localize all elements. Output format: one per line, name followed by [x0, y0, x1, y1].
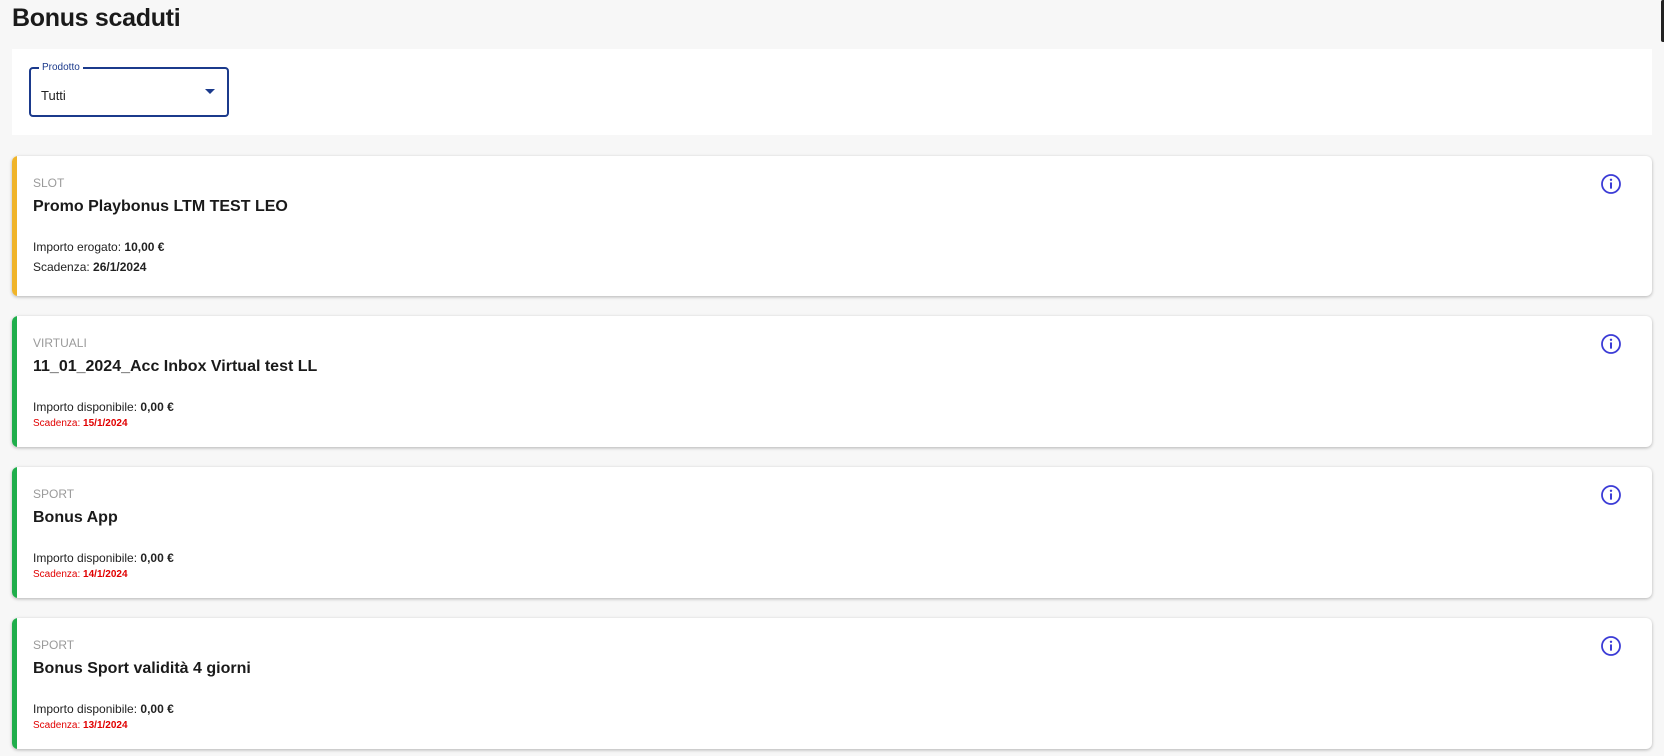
bonus-expiry: Scadenza: 26/1/2024: [33, 260, 147, 274]
product-select-value: Tutti: [41, 88, 66, 103]
bonus-list: SLOT Promo Playbonus LTM TEST LEO Import…: [12, 156, 1652, 756]
bonus-expiry-value: 14/1/2024: [83, 569, 128, 580]
bonus-expiry-label: Scadenza: [33, 418, 78, 429]
bonus-amount-value: 0,00 €: [140, 400, 174, 414]
bonus-card: SPORT Bonus App Importo disponibile: 0,0…: [12, 467, 1652, 598]
bonus-amount-value: 0,00 €: [140, 702, 174, 716]
bonus-category: VIRTUALI: [33, 336, 87, 350]
info-icon[interactable]: [1600, 173, 1622, 195]
bonus-amount: Importo disponibile: 0,00 €: [33, 551, 174, 565]
bonus-expiry: Scadenza: 15/1/2024: [33, 418, 128, 429]
bonus-amount-label: Importo disponibile: [33, 400, 134, 414]
info-icon[interactable]: [1600, 635, 1622, 657]
info-icon[interactable]: [1600, 484, 1622, 506]
bonus-amount: Importo disponibile: 0,00 €: [33, 702, 174, 716]
bonus-category: SPORT: [33, 638, 75, 652]
bonus-amount-label: Importo disponibile: [33, 702, 134, 716]
card-accent-bar: [12, 156, 17, 296]
bonus-amount-value: 10,00 €: [124, 240, 165, 254]
product-select-label: Prodotto: [39, 61, 83, 74]
bonus-card: SPORT Bonus Sport validità 4 giorni Impo…: [12, 618, 1652, 749]
bonus-card: SLOT Promo Playbonus LTM TEST LEO Import…: [12, 156, 1652, 296]
bonus-amount: Importo disponibile: 0,00 €: [33, 400, 174, 414]
bonus-amount-label: Importo disponibile: [33, 551, 134, 565]
product-select[interactable]: Prodotto Tutti: [29, 61, 229, 117]
bonus-category: SPORT: [33, 487, 75, 501]
bonus-expiry-value: 15/1/2024: [83, 418, 128, 429]
bonus-expiry: Scadenza: 13/1/2024: [33, 720, 128, 731]
bonus-page: Bonus scaduti Prodotto Tutti SLOT Promo …: [0, 0, 1664, 756]
page-title: Bonus scaduti: [12, 4, 181, 32]
bonus-card: VIRTUALI 11_01_2024_Acc Inbox Virtual te…: [12, 316, 1652, 447]
card-accent-bar: [12, 316, 17, 447]
filter-panel: Prodotto Tutti: [12, 49, 1652, 135]
info-icon[interactable]: [1600, 333, 1622, 355]
bonus-name: Promo Playbonus LTM TEST LEO: [33, 198, 288, 215]
card-accent-bar: [12, 618, 17, 749]
bonus-expiry: Scadenza: 14/1/2024: [33, 569, 128, 580]
bonus-expiry-label: Scadenza: [33, 720, 78, 731]
chevron-down-icon: [205, 89, 215, 94]
bonus-name: Bonus App: [33, 509, 118, 526]
bonus-name: 11_01_2024_Acc Inbox Virtual test LL: [33, 358, 318, 375]
bonus-expiry-value: 13/1/2024: [83, 720, 128, 731]
bonus-amount-value: 0,00 €: [140, 551, 174, 565]
bonus-expiry-label: Scadenza: [33, 260, 87, 274]
bonus-expiry-value: 26/1/2024: [93, 260, 147, 274]
bonus-expiry-label: Scadenza: [33, 569, 78, 580]
card-accent-bar: [12, 467, 17, 598]
bonus-amount-label: Importo erogato: [33, 240, 118, 254]
bonus-name: Bonus Sport validità 4 giorni: [33, 660, 251, 677]
bonus-amount: Importo erogato: 10,00 €: [33, 240, 165, 254]
bonus-category: SLOT: [33, 176, 65, 190]
